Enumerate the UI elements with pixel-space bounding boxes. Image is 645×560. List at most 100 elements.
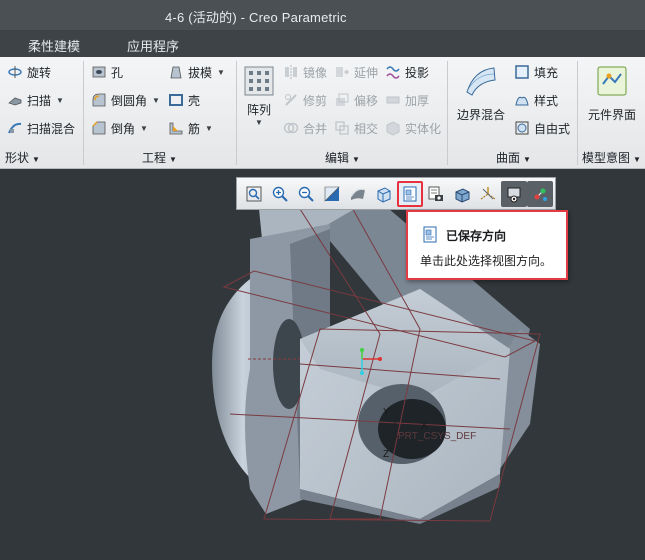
shell-button[interactable]: 壳 — [168, 90, 200, 110]
tab-flexible-modeling[interactable]: 柔性建模 — [28, 36, 80, 55]
component-interface-label: 元件界面 — [587, 108, 636, 122]
merge-icon — [283, 122, 299, 134]
model-intent-group-label[interactable]: 模型意图 ▼ — [582, 149, 641, 166]
thicken-icon — [386, 96, 400, 104]
chamfer-label: 倒角 — [111, 121, 136, 136]
offset-icon — [336, 93, 349, 106]
chamfer-button[interactable]: 倒角 ▼ — [91, 118, 148, 138]
saved-orientations-tooltip: 已保存方向 单击此处选择视图方向。 — [406, 210, 568, 280]
annotation-display-icon — [507, 187, 521, 202]
mirror-label: 镜像 — [303, 65, 328, 80]
extend-label: 延伸 — [354, 65, 379, 80]
group-divider — [447, 61, 448, 165]
engineering-group-label[interactable]: 工程 ▼ — [142, 149, 177, 166]
offset-button[interactable]: 偏移 — [334, 90, 378, 110]
boundary-blend-label: 边界混合 — [456, 108, 505, 122]
merge-button[interactable]: 合并 — [283, 118, 327, 138]
trim-button[interactable]: 修剪 — [283, 90, 327, 110]
tooltip-description: 单击此处选择视图方向。 — [420, 254, 553, 268]
view-manager-icon — [428, 186, 443, 201]
pattern-icon — [244, 66, 274, 96]
draft-icon — [170, 66, 182, 79]
zoom-out-button[interactable] — [293, 181, 319, 207]
csys-z-label: Z — [383, 449, 390, 460]
style-icon — [515, 96, 529, 106]
fill-button[interactable]: 填充 — [514, 62, 558, 82]
ribbon-tab-bar: 柔性建模 应用程序 — [0, 30, 645, 57]
freestyle-button[interactable]: 自由式 — [514, 118, 570, 138]
shell-icon — [169, 94, 183, 106]
fill-icon — [515, 65, 529, 79]
shell-label: 壳 — [188, 93, 201, 108]
ribbon: 旋转 扫描 ▼ 扫描混合 形状 ▼ 孔 倒圆角 ▼ 倒角 ▼ 拔模 ▼ 壳 筋 ▼ 工程 ▼ — [0, 57, 645, 169]
extend-icon — [336, 67, 349, 77]
boundary-blend-icon — [466, 67, 496, 96]
csys-name-label[interactable]: PRT_CSYS_DEF — [398, 431, 476, 442]
tooltip-title: 已保存方向 — [446, 229, 507, 243]
chevron-down-icon: ▼ — [56, 95, 64, 105]
perspective-view-button[interactable] — [449, 181, 475, 207]
repaint-icon — [324, 186, 340, 202]
saved-orientations-button[interactable] — [397, 180, 423, 207]
surfaces-group-label[interactable]: 曲面 ▼ — [496, 149, 531, 166]
sweep-button[interactable]: 扫描 ▼ — [7, 90, 64, 110]
boundary-blend-button[interactable]: 边界混合 — [454, 62, 508, 126]
repaint-button[interactable] — [319, 181, 345, 207]
trim-label: 修剪 — [303, 93, 328, 108]
draft-button[interactable]: 拔模 ▼ — [168, 62, 225, 82]
view-manager-button[interactable] — [423, 181, 449, 207]
revolve-button[interactable]: 旋转 — [7, 62, 51, 82]
revolve-label: 旋转 — [27, 65, 52, 80]
chamfer-icon — [92, 121, 106, 135]
component-interface-icon — [597, 66, 627, 96]
zoom-in-button[interactable] — [267, 181, 293, 207]
zoom-out-icon — [298, 186, 314, 202]
shape-group-label[interactable]: 形状 ▼ — [5, 149, 40, 166]
editing-group-label[interactable]: 编辑 ▼ — [325, 149, 360, 166]
project-button[interactable]: 投影 — [385, 62, 429, 82]
trim-icon — [285, 94, 297, 106]
annotation-display-button[interactable] — [501, 180, 527, 207]
perspective-icon — [455, 187, 470, 203]
chevron-down-icon: ▼ — [217, 67, 225, 77]
refit-icon — [246, 186, 262, 201]
tab-applications[interactable]: 应用程序 — [127, 36, 179, 55]
rib-button[interactable]: 筋 ▼ — [168, 118, 213, 138]
mirror-icon — [285, 65, 297, 79]
thicken-label: 加厚 — [405, 93, 430, 108]
component-interface-button[interactable]: 元件界面 — [582, 62, 642, 126]
hole-button[interactable]: 孔 — [91, 62, 123, 82]
rib-label: 筋 — [188, 121, 201, 136]
chevron-down-icon: ▼ — [205, 123, 213, 133]
fill-label: 填充 — [534, 65, 559, 80]
datum-display-button[interactable] — [475, 181, 501, 207]
project-icon — [386, 66, 400, 79]
view-orientation-button[interactable] — [371, 181, 397, 207]
chevron-down-icon: ▼ — [152, 95, 160, 105]
refit-button[interactable] — [241, 181, 267, 207]
pattern-button[interactable]: 阵列 ▼ — [242, 62, 276, 127]
group-divider — [236, 61, 237, 165]
spin-center-icon — [534, 188, 547, 201]
extend-button[interactable]: 延伸 — [334, 62, 378, 82]
intersect-icon — [335, 121, 349, 135]
round-button[interactable]: 倒圆角 ▼ — [91, 90, 160, 110]
saved-orientations-icon — [403, 186, 417, 201]
pattern-label: 阵列 — [246, 103, 271, 117]
window-title: 4-6 (活动的) - Creo Parametric — [165, 10, 347, 25]
csys-y-label: Y — [383, 407, 390, 418]
mirror-button[interactable]: 镜像 — [283, 62, 327, 82]
spin-center-button[interactable] — [527, 180, 553, 207]
cube-icon — [377, 186, 391, 203]
display-style-button[interactable] — [345, 181, 371, 207]
thicken-button[interactable]: 加厚 — [385, 90, 429, 110]
swept-blend-label: 扫描混合 — [27, 121, 76, 136]
swept-blend-button[interactable]: 扫描混合 — [7, 118, 75, 138]
sweep-label: 扫描 — [27, 93, 52, 108]
freestyle-label: 自由式 — [534, 121, 571, 136]
chevron-down-icon: ▼ — [140, 123, 148, 133]
intersect-button[interactable]: 相交 — [334, 118, 378, 138]
solidify-button[interactable]: 实体化 — [385, 118, 441, 138]
style-button[interactable]: 样式 — [514, 90, 558, 110]
window-titlebar: 4-6 (活动的) - Creo Parametric — [0, 0, 645, 30]
